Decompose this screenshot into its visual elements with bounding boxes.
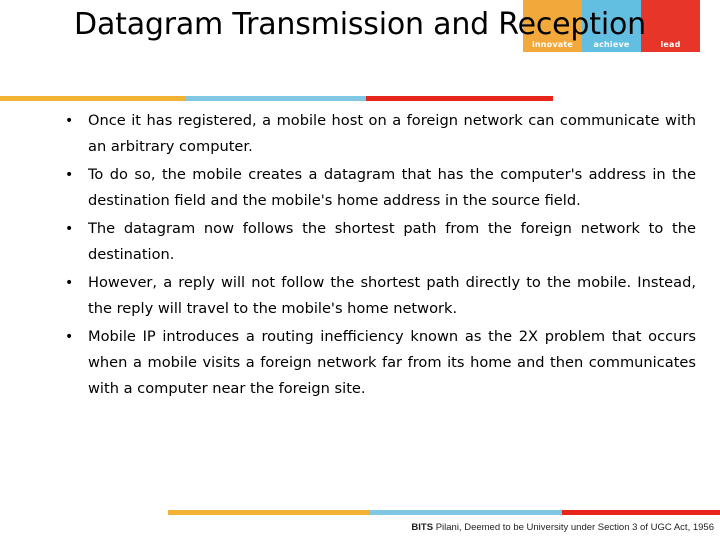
footer-brand: BITS — [411, 522, 434, 533]
footer-credit-text: Pilani, Deemed to be University under Se… — [433, 522, 714, 533]
bullet-item: Once it has registered, a mobile host on… — [58, 108, 696, 160]
slide-canvas: innovate achieve lead Datagram Transmiss… — [0, 0, 720, 540]
footer-divider-segment-red — [562, 510, 720, 515]
footer-divider-bar — [168, 510, 720, 515]
bullet-list: Once it has registered, a mobile host on… — [58, 108, 696, 402]
title-divider-bar — [0, 96, 553, 101]
divider-segment-red — [366, 96, 553, 101]
bullet-item: However, a reply will not follow the sho… — [58, 270, 696, 322]
footer-divider-segment-blue — [370, 510, 562, 515]
footer-credit: BITS Pilani, Deemed to be University und… — [0, 521, 714, 534]
divider-segment-orange — [0, 96, 186, 101]
divider-segment-blue — [186, 96, 366, 101]
footer-divider-segment-orange — [168, 510, 370, 515]
slide-title-text: Datagram Transmission and Reception — [74, 7, 646, 42]
bullet-item: The datagram now follows the shortest pa… — [58, 216, 696, 268]
bullet-item: Mobile IP introduces a routing inefficie… — [58, 324, 696, 402]
bullet-item: To do so, the mobile creates a datagram … — [58, 162, 696, 214]
slide-body: Once it has registered, a mobile host on… — [58, 108, 696, 402]
slide-title: Datagram Transmission and Reception — [0, 4, 720, 46]
